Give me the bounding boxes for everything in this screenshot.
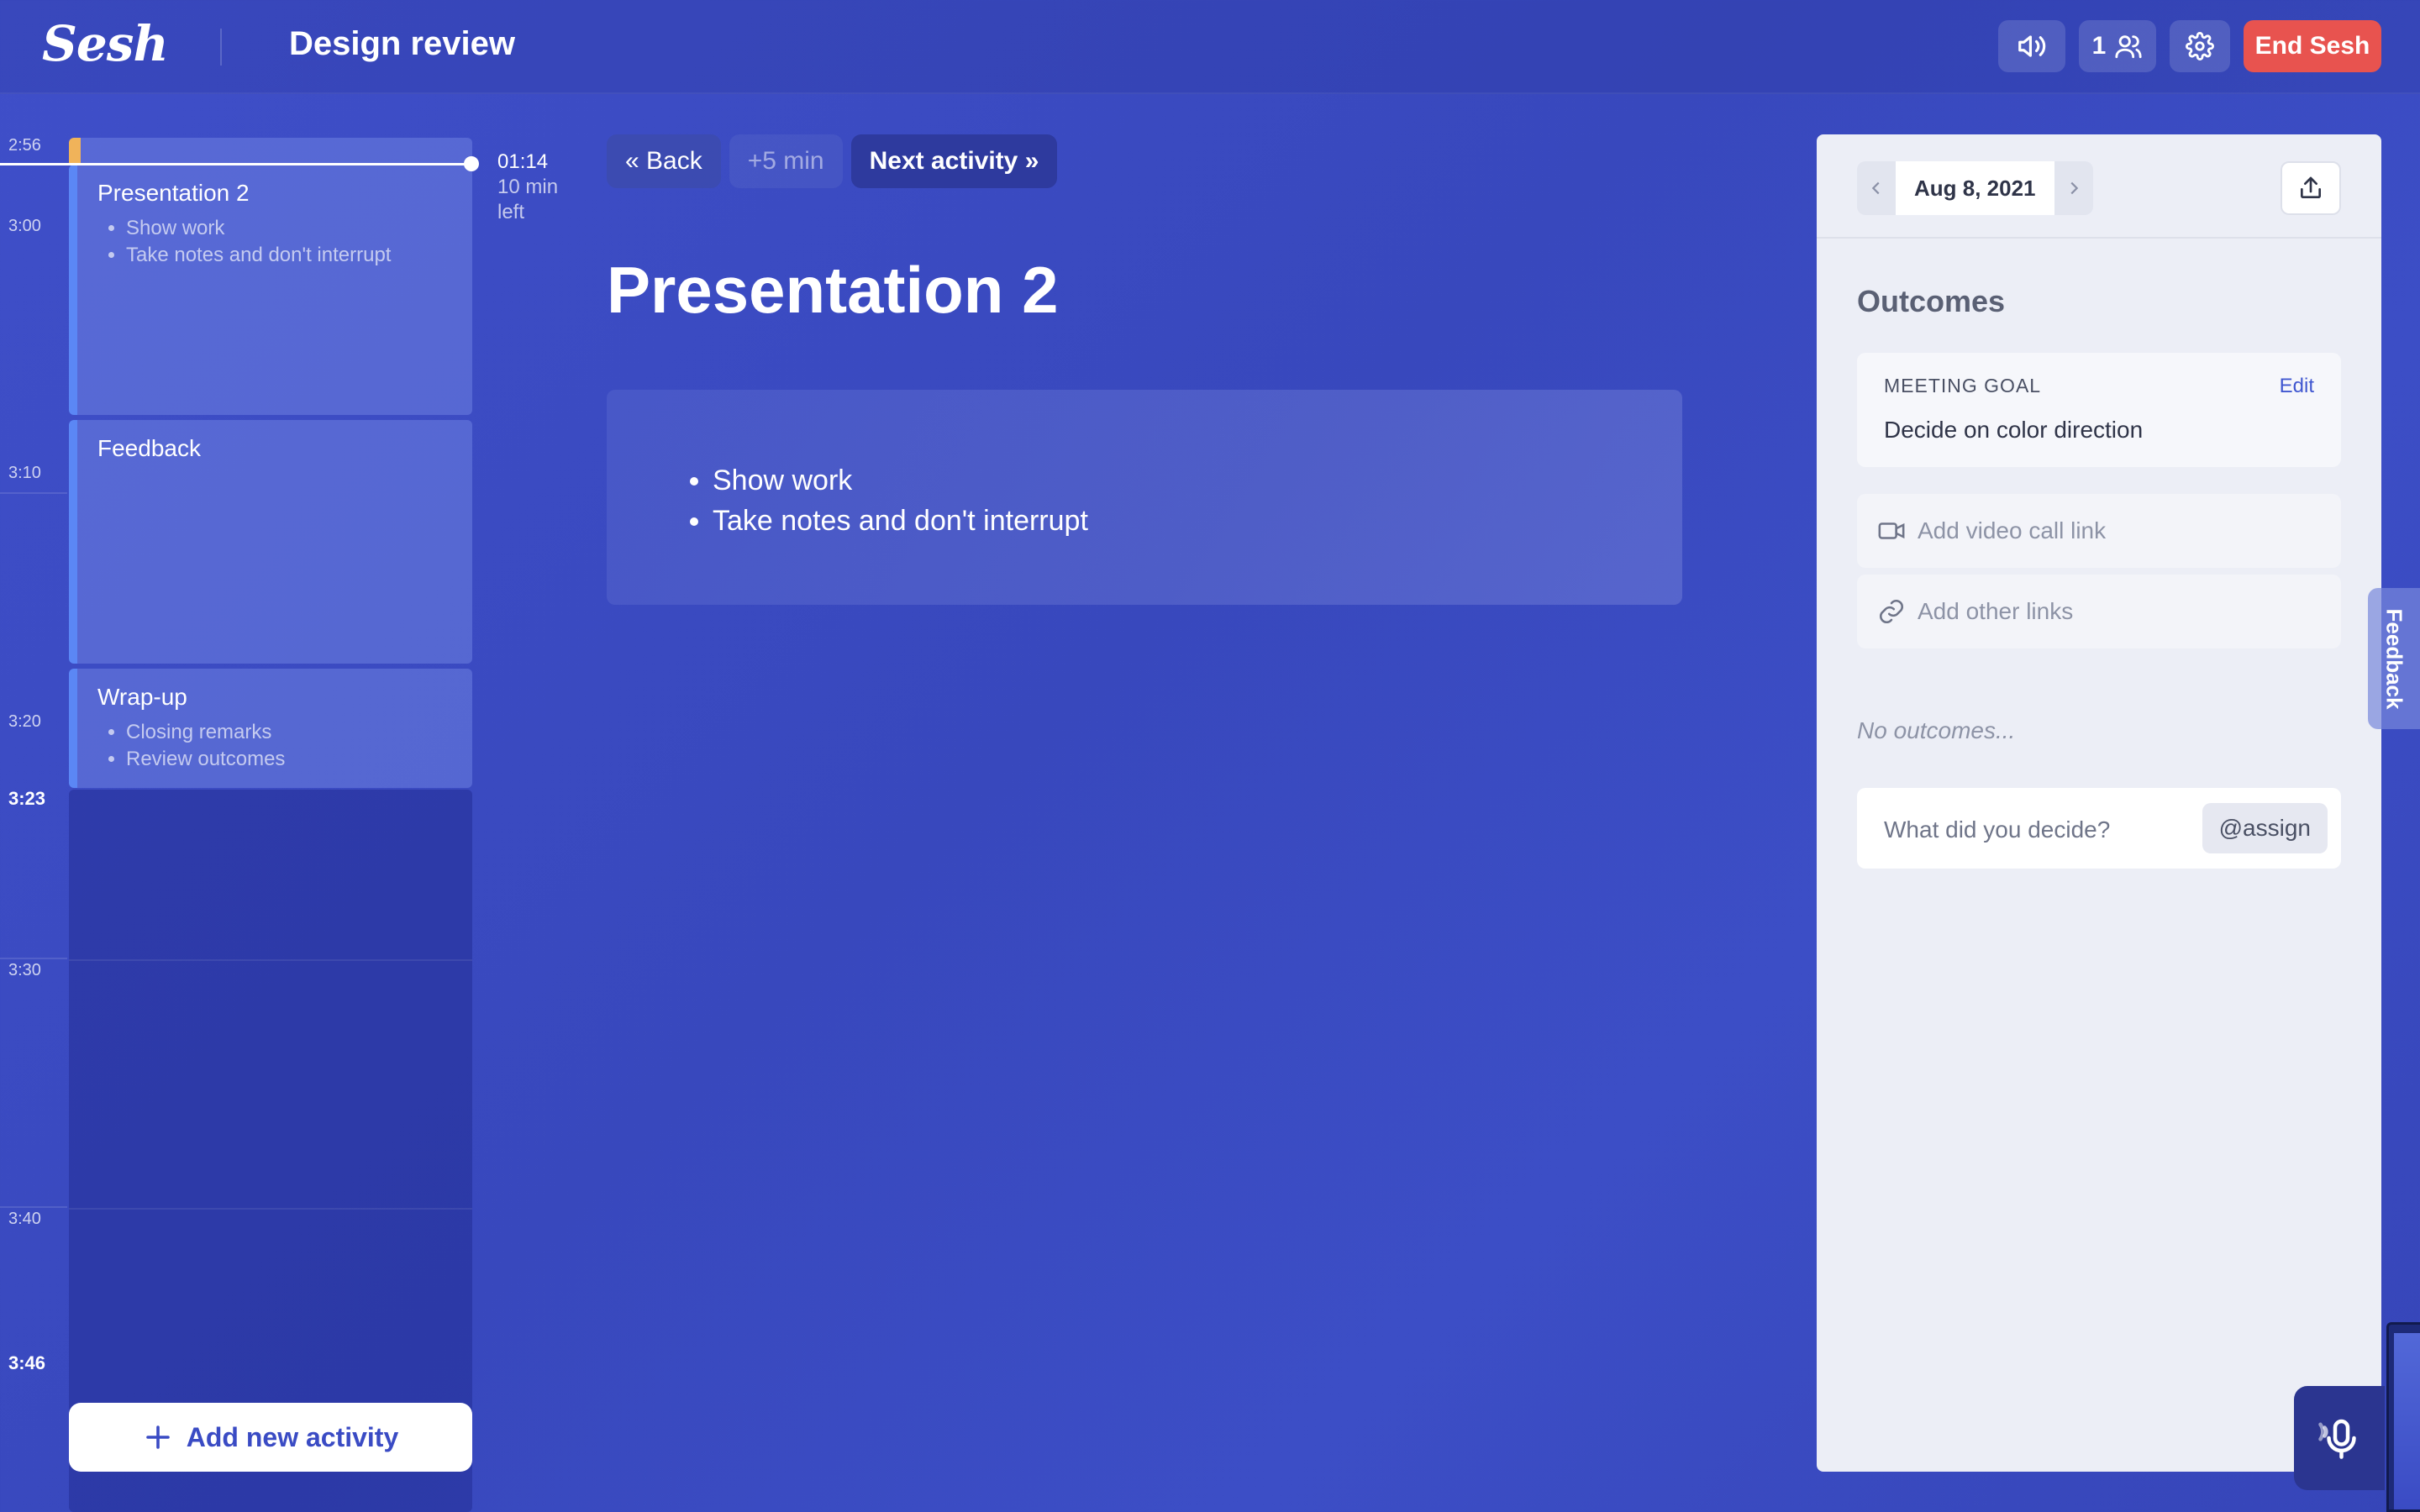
outcomes-heading: Outcomes	[1857, 284, 2006, 318]
feedback-tab-label: Feedback	[2381, 608, 2407, 709]
plus-icon	[145, 1425, 170, 1449]
list-item: Take notes and don't interrupt	[126, 242, 472, 269]
activity-title: Presentation 2	[97, 180, 250, 206]
meeting-end-label: 3:46	[8, 1352, 46, 1373]
other-links-field[interactable]: Add other links	[1857, 575, 2341, 648]
back-button[interactable]: « Back	[607, 134, 721, 188]
settings-button[interactable]	[2170, 20, 2230, 72]
participants-count: 1	[2091, 32, 2107, 60]
top-bar: Sesh Design review 1 End Sesh	[0, 0, 2420, 94]
notes-list: Show work Take notes and don't interrupt	[713, 460, 1682, 541]
current-time-handle[interactable]	[464, 156, 479, 171]
grid-line	[0, 1206, 67, 1208]
edit-goal-link[interactable]: Edit	[2280, 375, 2314, 398]
chevron-right-icon	[2070, 181, 2078, 195]
activity-wrap-up[interactable]: Wrap-up Closing remarks Review outcomes	[69, 669, 472, 788]
time-label: 3:30	[8, 961, 41, 979]
list-item: Take notes and don't interrupt	[713, 501, 1682, 541]
time-left-suffix: left	[497, 201, 525, 223]
video-call-link-field[interactable]: Add video call link	[1857, 494, 2341, 568]
decision-input[interactable]: What did you decide?	[1884, 816, 2110, 843]
divider	[220, 29, 222, 66]
video-call-placeholder: Add video call link	[1918, 517, 2107, 543]
feedback-tab[interactable]: Feedback	[2368, 588, 2420, 729]
meeting-goal-text: Decide on color direction	[1884, 417, 2144, 443]
time-label: 3:00	[8, 217, 41, 235]
outcomes-panel: Aug 8, 2021 Outcomes MEETING GOAL Edit D…	[1817, 134, 2381, 1472]
time-label: 3:10	[8, 464, 41, 482]
microphone-icon	[2318, 1419, 2356, 1459]
date-display[interactable]: Aug 8, 2021	[1896, 161, 2054, 215]
list-item: Review outcomes	[126, 746, 472, 773]
next-date-button[interactable]	[2054, 161, 2093, 215]
no-outcomes-text: No outcomes...	[1857, 717, 2016, 743]
grid-line	[0, 958, 67, 959]
other-links-placeholder: Add other links	[1918, 598, 2074, 624]
gear-icon	[2186, 32, 2214, 60]
activity-notes[interactable]: Show work Take notes and don't interrupt	[607, 390, 1682, 605]
current-time-line	[0, 163, 471, 165]
sound-button[interactable]	[1998, 20, 2065, 72]
meeting-goal-card: MEETING GOAL Edit Decide on color direct…	[1857, 353, 2341, 467]
preview-image	[2394, 1333, 2420, 1509]
list-item: Show work	[126, 215, 472, 242]
activity-title: Feedback	[97, 435, 201, 461]
participants-button[interactable]: 1	[2079, 20, 2156, 72]
list-item: Show work	[713, 460, 1682, 501]
time-label: 3:40	[8, 1210, 41, 1228]
add-activity-label: Add new activity	[186, 1421, 399, 1452]
share-icon	[2301, 176, 2321, 198]
activity-timeline: 2:56 3:00 3:10 3:20 3:23 3:30 3:40 3:46 …	[0, 134, 588, 1512]
meeting-title[interactable]: Design review	[289, 25, 515, 63]
assign-button[interactable]: @assign	[2202, 803, 2328, 853]
grid-line	[0, 492, 67, 494]
time-label: 2:56	[8, 136, 41, 155]
meeting-goal-label: MEETING GOAL	[1884, 375, 2042, 396]
activity-nav: « Back +5 min Next activity »	[607, 134, 1058, 188]
speaker-icon	[2018, 35, 2046, 57]
chevron-left-icon	[1871, 181, 1880, 195]
time-label: 3:20	[8, 712, 41, 731]
activity-title: Wrap-up	[97, 684, 187, 710]
add-five-min-button[interactable]: +5 min	[729, 134, 843, 188]
list-item: Closing remarks	[126, 719, 472, 746]
previous-activity-stub[interactable]	[69, 138, 472, 163]
video-camera-icon	[1878, 522, 1905, 539]
next-activity-button[interactable]: Next activity »	[850, 134, 1058, 188]
activity-heading: Presentation 2	[607, 253, 1059, 327]
previous-date-button[interactable]	[1857, 161, 1896, 215]
time-remaining: 01:14 10 min left	[497, 150, 558, 225]
app-logo[interactable]: Sesh	[42, 15, 169, 72]
panel-header: Aug 8, 2021	[1817, 134, 2381, 239]
current-end-label: 3:23	[8, 788, 46, 809]
elapsed-time: 01:14	[497, 150, 549, 173]
people-icon	[2115, 35, 2142, 59]
grid-line	[69, 1208, 472, 1210]
decision-input-box: What did you decide? @assign	[1857, 788, 2341, 869]
share-button[interactable]	[2281, 161, 2341, 215]
end-session-button[interactable]: End Sesh	[2244, 20, 2381, 72]
activity-bullets: Closing remarks Review outcomes	[126, 719, 472, 773]
add-activity-button[interactable]: Add new activity	[69, 1403, 472, 1472]
link-icon	[1879, 599, 1904, 624]
time-left-value: 10 min	[497, 176, 559, 198]
activity-presentation-2[interactable]: Presentation 2 Show work Take notes and …	[69, 165, 472, 415]
screen-preview-thumbnail[interactable]	[2386, 1322, 2420, 1512]
microphone-button[interactable]	[2294, 1386, 2385, 1490]
date-navigator: Aug 8, 2021	[1857, 161, 2093, 215]
grid-line	[69, 959, 472, 961]
activity-feedback[interactable]: Feedback	[69, 420, 472, 664]
activity-bullets: Show work Take notes and don't interrupt	[126, 215, 472, 269]
